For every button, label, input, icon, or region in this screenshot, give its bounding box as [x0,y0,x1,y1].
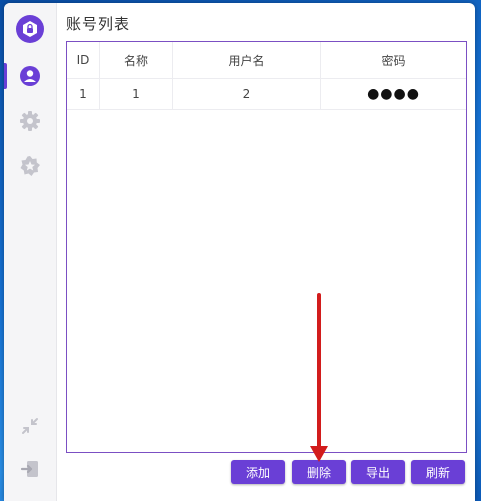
column-header-password[interactable]: 密码 [320,42,466,79]
column-header-id[interactable]: ID [67,42,100,79]
refresh-button[interactable]: 刷新 [411,460,465,484]
collapse-button[interactable] [4,409,56,443]
cell-password: ●●●● [320,78,466,110]
cell-username: 2 [172,78,321,110]
app-window: 账号列表 ID 名称 用户名 密码 1 1 2 ●●●● 添加 删除 导出 刷新 [4,3,475,501]
logout-button[interactable] [4,452,56,486]
export-button[interactable]: 导出 [351,460,405,484]
sidebar-item-favorites[interactable] [4,149,56,183]
gear-icon [20,111,40,131]
annotation-arrow-head [310,446,328,462]
delete-button[interactable]: 删除 [292,460,346,484]
collapse-icon [22,418,38,434]
sidebar-item-accounts[interactable] [4,59,56,93]
star-badge-icon [20,156,40,176]
app-logo [16,15,44,43]
column-header-username[interactable]: 用户名 [172,42,321,79]
sidebar-item-settings[interactable] [4,104,56,138]
main-panel: 账号列表 ID 名称 用户名 密码 1 1 2 ●●●● 添加 删除 导出 刷新 [56,3,475,501]
sidebar [4,3,57,501]
column-header-name[interactable]: 名称 [99,42,173,79]
annotation-arrow-shaft [317,293,321,458]
cell-name: 1 [99,78,173,110]
table-row[interactable]: 1 1 2 ●●●● [67,78,466,110]
accounts-table: ID 名称 用户名 密码 1 1 2 ●●●● [66,41,467,453]
table-header-row: ID 名称 用户名 密码 [67,42,466,79]
user-circle-icon [20,66,40,86]
add-button[interactable]: 添加 [231,460,285,484]
page-title: 账号列表 [66,15,131,33]
logout-icon [20,461,38,477]
lock-hex-icon [23,21,37,37]
cell-id: 1 [67,78,100,110]
